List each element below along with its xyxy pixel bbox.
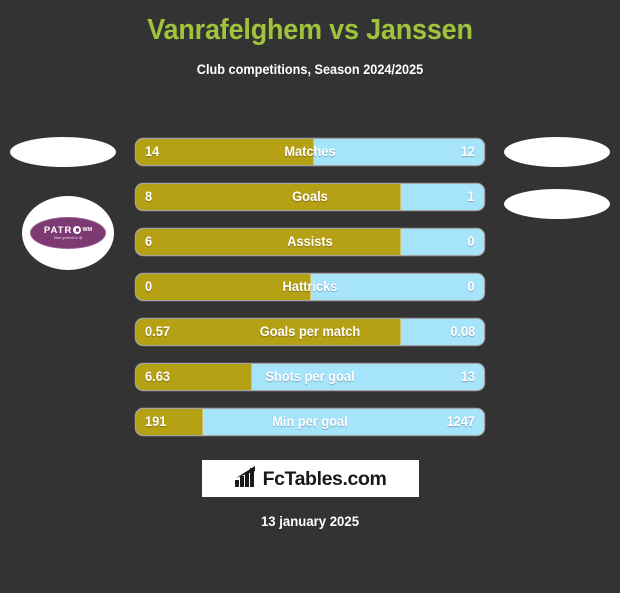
bar-chart-icon xyxy=(234,465,258,492)
stat-row-min-per-goal: 191 Min per goal 1247 xyxy=(136,409,484,435)
crest-placeholder-right-top xyxy=(504,137,610,167)
stat-value-right: 13 xyxy=(460,369,475,384)
patro-badge-label: PATR xyxy=(43,225,73,236)
stat-row-shots-per-goal: 6.63 Shots per goal 13 xyxy=(136,364,484,390)
page-title: Vanrafelghem vs Janssen xyxy=(147,14,473,46)
patro-badge: PATR WM Meer gedeeld in lijf xyxy=(30,217,106,249)
football-icon xyxy=(73,226,82,234)
stat-row-goals-per-match: 0.57 Goals per match 0.08 xyxy=(136,319,484,345)
crest-placeholder-left-top xyxy=(10,137,116,167)
stat-label: Goals xyxy=(292,189,328,204)
fctables-logo[interactable]: FcTables.com xyxy=(202,460,419,497)
stat-label: Min per goal xyxy=(272,414,348,429)
stat-row-assists: 6 Assists 0 xyxy=(136,229,484,255)
stat-value-right: 1 xyxy=(467,189,475,204)
stat-row-hattricks: 0 Hattricks 0 xyxy=(136,274,484,300)
crest-placeholder-right-main xyxy=(504,189,610,219)
stat-value-right: 12 xyxy=(460,144,475,159)
patro-badge-tagline: Meer gedeeld in lijf xyxy=(53,236,83,240)
stat-label: Goals per match xyxy=(259,324,361,339)
patro-badge-suffix: WM xyxy=(82,227,93,233)
fctables-logo-text: FcTables.com xyxy=(262,467,387,490)
patro-badge-text: PATR WM xyxy=(44,225,92,236)
stat-label: Matches xyxy=(284,144,336,159)
stat-row-goals: 8 Goals 1 xyxy=(136,184,484,210)
page-subtitle: Club competitions, Season 2024/2025 xyxy=(196,62,424,77)
stat-value-right: 0.08 xyxy=(450,324,475,339)
stat-value-right: 0 xyxy=(467,234,475,249)
stat-label: Hattricks xyxy=(282,279,338,294)
stat-label: Shots per goal xyxy=(265,369,355,384)
stat-value-right: 0 xyxy=(467,279,475,294)
club-crest-left: PATR WM Meer gedeeld in lijf xyxy=(22,196,114,270)
footer-date: 13 january 2025 xyxy=(260,513,360,529)
stat-row-matches: 14 Matches 12 xyxy=(136,139,484,165)
stat-value-right: 1247 xyxy=(446,414,475,429)
stats-comparison-table: 14 Matches 12 8 Goals 1 6 Assists 0 0 Ha… xyxy=(136,139,484,454)
stat-label: Assists xyxy=(287,234,333,249)
